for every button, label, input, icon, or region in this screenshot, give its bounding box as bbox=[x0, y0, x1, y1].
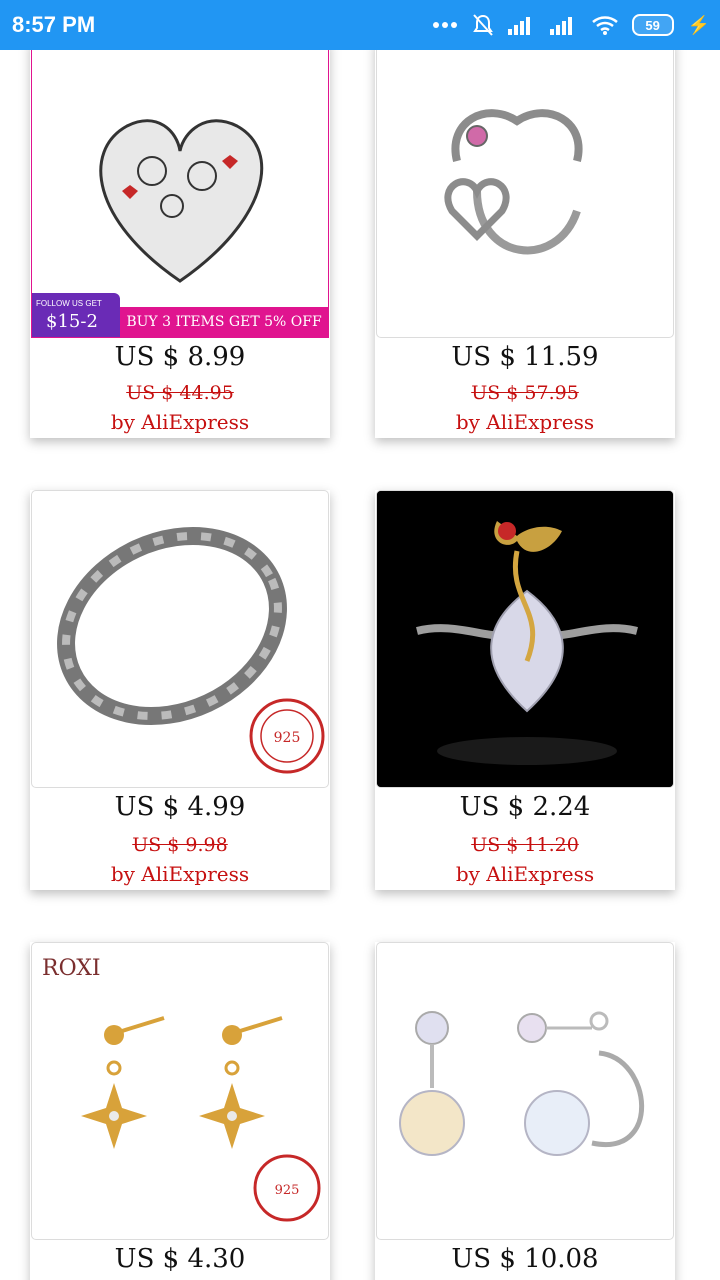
product-image[interactable]: FOLLOW US GET $15-2 BUY 3 ITEMS GET 5% O… bbox=[31, 50, 329, 338]
seller-link[interactable]: by AliExpress bbox=[30, 410, 330, 434]
product-image[interactable] bbox=[376, 50, 674, 338]
coupon-badge: FOLLOW US GET $15-2 bbox=[32, 293, 120, 337]
butterfly-ring-image bbox=[377, 491, 673, 787]
promo-banner: FOLLOW US GET $15-2 BUY 3 ITEMS GET 5% O… bbox=[32, 293, 328, 337]
coupon-amount: $15-2 bbox=[46, 311, 98, 332]
status-bar: 8:57 PM 59 ⚡ bbox=[0, 0, 720, 50]
crystal-earrings-image bbox=[399, 1011, 645, 1156]
offer-text: BUY 3 ITEMS GET 5% OFF bbox=[120, 307, 328, 337]
battery-icon: 59 bbox=[631, 14, 674, 36]
product-card[interactable]: 925 US $ 4.99 US $ 9.98 by AliExpress bbox=[30, 490, 330, 890]
seller-link[interactable]: by AliExpress bbox=[375, 410, 675, 434]
product-image[interactable] bbox=[376, 942, 674, 1240]
product-price: US $ 4.99 bbox=[114, 792, 246, 822]
product-price: US $ 4.30 bbox=[114, 1244, 246, 1274]
mute-bell-icon bbox=[472, 14, 493, 36]
charging-icon: ⚡ bbox=[687, 14, 710, 35]
brand-logo: ROXI bbox=[42, 956, 101, 981]
product-price: US $ 11.59 bbox=[451, 342, 599, 372]
original-price: US $ 11.20 bbox=[471, 834, 579, 856]
product-price: US $ 2.24 bbox=[459, 792, 591, 822]
silver-stamp-text: 925 bbox=[274, 730, 301, 746]
product-image[interactable]: 925 bbox=[31, 490, 329, 788]
product-grid[interactable]: FOLLOW US GET $15-2 BUY 3 ITEMS GET 5% O… bbox=[0, 50, 720, 1280]
product-price: US $ 10.08 bbox=[451, 1244, 599, 1274]
product-card[interactable]: US $ 10.08 bbox=[375, 942, 675, 1280]
seller-link[interactable]: by AliExpress bbox=[30, 862, 330, 886]
star-ring-image: 925 bbox=[57, 527, 325, 774]
heart-ring-image bbox=[444, 109, 583, 255]
signal-icon-2 bbox=[549, 17, 572, 35]
original-price: US $ 9.98 bbox=[132, 834, 228, 856]
original-price: US $ 44.95 bbox=[126, 382, 234, 404]
product-card[interactable]: US $ 2.24 US $ 11.20 by AliExpress bbox=[375, 490, 675, 890]
product-card[interactable]: ROXI 925 US $ 4.30 bbox=[30, 942, 330, 1280]
wifi-icon bbox=[591, 16, 618, 35]
seller-link[interactable]: by AliExpress bbox=[375, 862, 675, 886]
status-icons: 59 ⚡ bbox=[432, 10, 710, 40]
star-earrings-image: ROXI 925 bbox=[42, 956, 321, 1222]
follow-text: FOLLOW US GET bbox=[36, 299, 102, 308]
more-dots-icon bbox=[432, 22, 457, 28]
status-time: 8:57 PM bbox=[12, 12, 96, 37]
original-price: US $ 57.95 bbox=[471, 382, 579, 404]
product-image[interactable]: ROXI 925 bbox=[31, 942, 329, 1240]
product-card[interactable]: FOLLOW US GET $15-2 BUY 3 ITEMS GET 5% O… bbox=[30, 50, 330, 438]
silver-stamp-text: 925 bbox=[275, 1183, 300, 1198]
product-price: US $ 8.99 bbox=[114, 342, 246, 372]
signal-icon bbox=[507, 17, 530, 35]
product-card[interactable]: US $ 11.59 US $ 57.95 by AliExpress bbox=[375, 50, 675, 438]
product-image[interactable] bbox=[376, 490, 674, 788]
